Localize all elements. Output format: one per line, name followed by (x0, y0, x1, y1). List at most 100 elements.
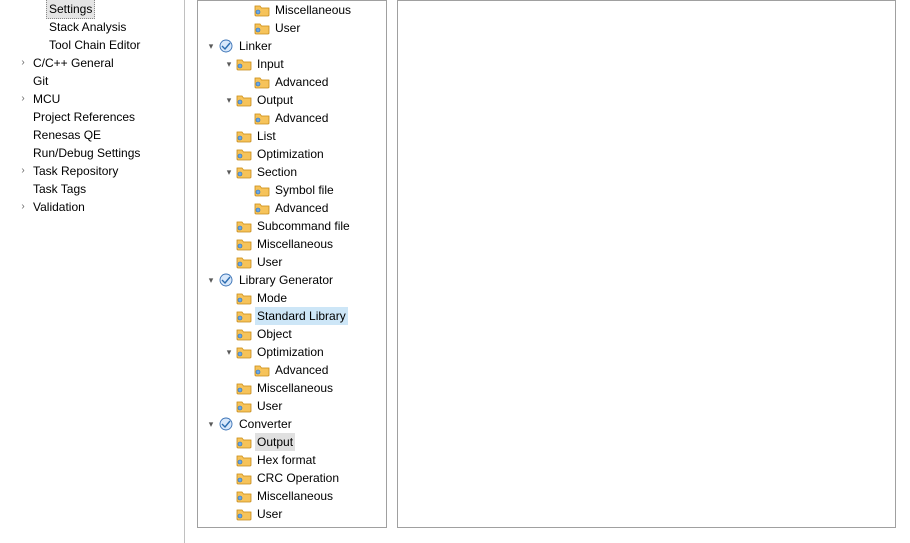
tool-tree-label: Symbol file (273, 181, 336, 199)
tool-tree-item[interactable]: Hex format (198, 451, 386, 469)
collapse-icon[interactable]: ▾ (204, 37, 218, 55)
category-item[interactable]: Stack Analysis (0, 18, 184, 36)
option-folder-icon (236, 236, 252, 252)
tool-tree-item[interactable]: User (198, 397, 386, 415)
option-folder-icon (254, 74, 270, 90)
tool-tree-item[interactable]: ▾ Section (198, 163, 386, 181)
tool-tree-item[interactable]: CRC Operation (198, 469, 386, 487)
collapse-icon[interactable]: ▾ (222, 343, 236, 361)
collapse-icon[interactable]: ▾ (222, 55, 236, 73)
tool-tree-item[interactable]: Miscellaneous (198, 487, 386, 505)
twisty-placeholder (222, 487, 236, 505)
category-label: MCU (30, 90, 63, 108)
category-item[interactable]: ›C/C++ General (0, 54, 184, 72)
category-item[interactable]: Renesas QE (0, 126, 184, 144)
option-folder-icon (254, 20, 270, 36)
tool-tree-label: Optimization (255, 343, 326, 361)
tool-tree-item[interactable]: ▾ Library Generator (198, 271, 386, 289)
tool-tree-label: Section (255, 163, 299, 181)
category-item[interactable]: Project References (0, 108, 184, 126)
tool-tree-item[interactable]: ▾Input (198, 55, 386, 73)
tool-tree-item[interactable]: Miscellaneous (198, 379, 386, 397)
category-item[interactable]: Run/Debug Settings (0, 144, 184, 162)
tool-tree-item[interactable]: Advanced (198, 361, 386, 379)
tool-tree-label: Output (255, 91, 295, 109)
tool-tree-label: Advanced (273, 73, 330, 91)
category-label: Settings (46, 0, 95, 19)
twisty-placeholder (240, 199, 254, 217)
option-folder-icon (236, 470, 252, 486)
expand-icon[interactable]: › (16, 198, 30, 216)
tool-tree-item[interactable]: Subcommand file (198, 217, 386, 235)
tool-tree-item[interactable]: Miscellaneous (198, 1, 386, 19)
tool-tree-label: Optimization (255, 145, 326, 163)
twisty-placeholder (240, 1, 254, 19)
tool-tree-item[interactable]: ▾ Optimization (198, 343, 386, 361)
twisty-placeholder (222, 397, 236, 415)
category-tree: SettingsStack AnalysisTool Chain Editor›… (0, 0, 185, 543)
tool-tree-label: User (255, 397, 284, 415)
option-folder-icon (254, 362, 270, 378)
option-folder-icon (236, 506, 252, 522)
tool-tree-label: Mode (255, 289, 289, 307)
tool-tree-label: Library Generator (237, 271, 335, 289)
option-folder-icon (236, 164, 252, 180)
tool-tree-item[interactable]: Standard Library (198, 307, 386, 325)
category-item[interactable]: Git (0, 72, 184, 90)
category-label: Renesas QE (30, 126, 104, 144)
option-folder-icon (236, 308, 252, 324)
option-folder-icon (236, 488, 252, 504)
collapse-icon[interactable]: ▾ (204, 415, 218, 433)
tool-tree-label: List (255, 127, 278, 145)
category-item[interactable]: Settings (0, 0, 184, 18)
category-item[interactable]: ›Validation (0, 198, 184, 216)
option-folder-icon (254, 110, 270, 126)
category-label: Git (30, 72, 51, 90)
collapse-icon[interactable]: ▾ (222, 91, 236, 109)
option-folder-icon (254, 182, 270, 198)
tool-tree-item[interactable]: User (198, 505, 386, 523)
tool-tree-item[interactable]: ▾ Output (198, 91, 386, 109)
tool-tree-label: Miscellaneous (255, 379, 335, 397)
expand-icon[interactable]: › (16, 162, 30, 180)
category-item[interactable]: Tool Chain Editor (0, 36, 184, 54)
tool-tree-item[interactable]: Advanced (198, 199, 386, 217)
expand-icon[interactable]: › (16, 90, 30, 108)
collapse-icon[interactable]: ▾ (222, 163, 236, 181)
tool-tree-item[interactable]: Mode (198, 289, 386, 307)
twisty-placeholder (222, 289, 236, 307)
tool-tree-item[interactable]: ▾Linker (198, 37, 386, 55)
tool-tree-label: Subcommand file (255, 217, 352, 235)
twisty-placeholder (240, 19, 254, 37)
tool-tree-item[interactable]: ▾Converter (198, 415, 386, 433)
tool-tree-item[interactable]: Output (198, 433, 386, 451)
category-label: Run/Debug Settings (30, 144, 143, 162)
tool-tree-label: Advanced (273, 361, 330, 379)
settings-pane: Miscellaneous User▾Linker▾Input Advanced… (185, 0, 910, 543)
tool-tree-item[interactable]: Miscellaneous (198, 235, 386, 253)
twisty-placeholder (222, 451, 236, 469)
tool-tree-item[interactable]: User (198, 19, 386, 37)
tool-tree-item[interactable]: List (198, 127, 386, 145)
category-label: Validation (30, 198, 88, 216)
tool-tree-item[interactable]: Symbol file (198, 181, 386, 199)
category-item[interactable]: ›Task Repository (0, 162, 184, 180)
tool-tree-item[interactable]: Advanced (198, 109, 386, 127)
category-item[interactable]: Task Tags (0, 180, 184, 198)
category-item[interactable]: ›MCU (0, 90, 184, 108)
tool-tree-label: Output (255, 433, 295, 451)
option-folder-icon (236, 344, 252, 360)
tool-tree-item[interactable]: Optimization (198, 145, 386, 163)
option-folder-icon (236, 218, 252, 234)
expand-icon[interactable]: › (16, 54, 30, 72)
collapse-icon[interactable]: ▾ (204, 271, 218, 289)
tool-tree-item[interactable]: Advanced (198, 73, 386, 91)
tool-settings-tree: Miscellaneous User▾Linker▾Input Advanced… (197, 0, 387, 528)
twisty-placeholder (222, 307, 236, 325)
option-folder-icon (236, 146, 252, 162)
tool-tree-item[interactable]: User (198, 253, 386, 271)
tool-tree-item[interactable]: Object (198, 325, 386, 343)
twisty-placeholder (222, 469, 236, 487)
tool-tree-label: User (273, 19, 302, 37)
twisty-placeholder (222, 433, 236, 451)
